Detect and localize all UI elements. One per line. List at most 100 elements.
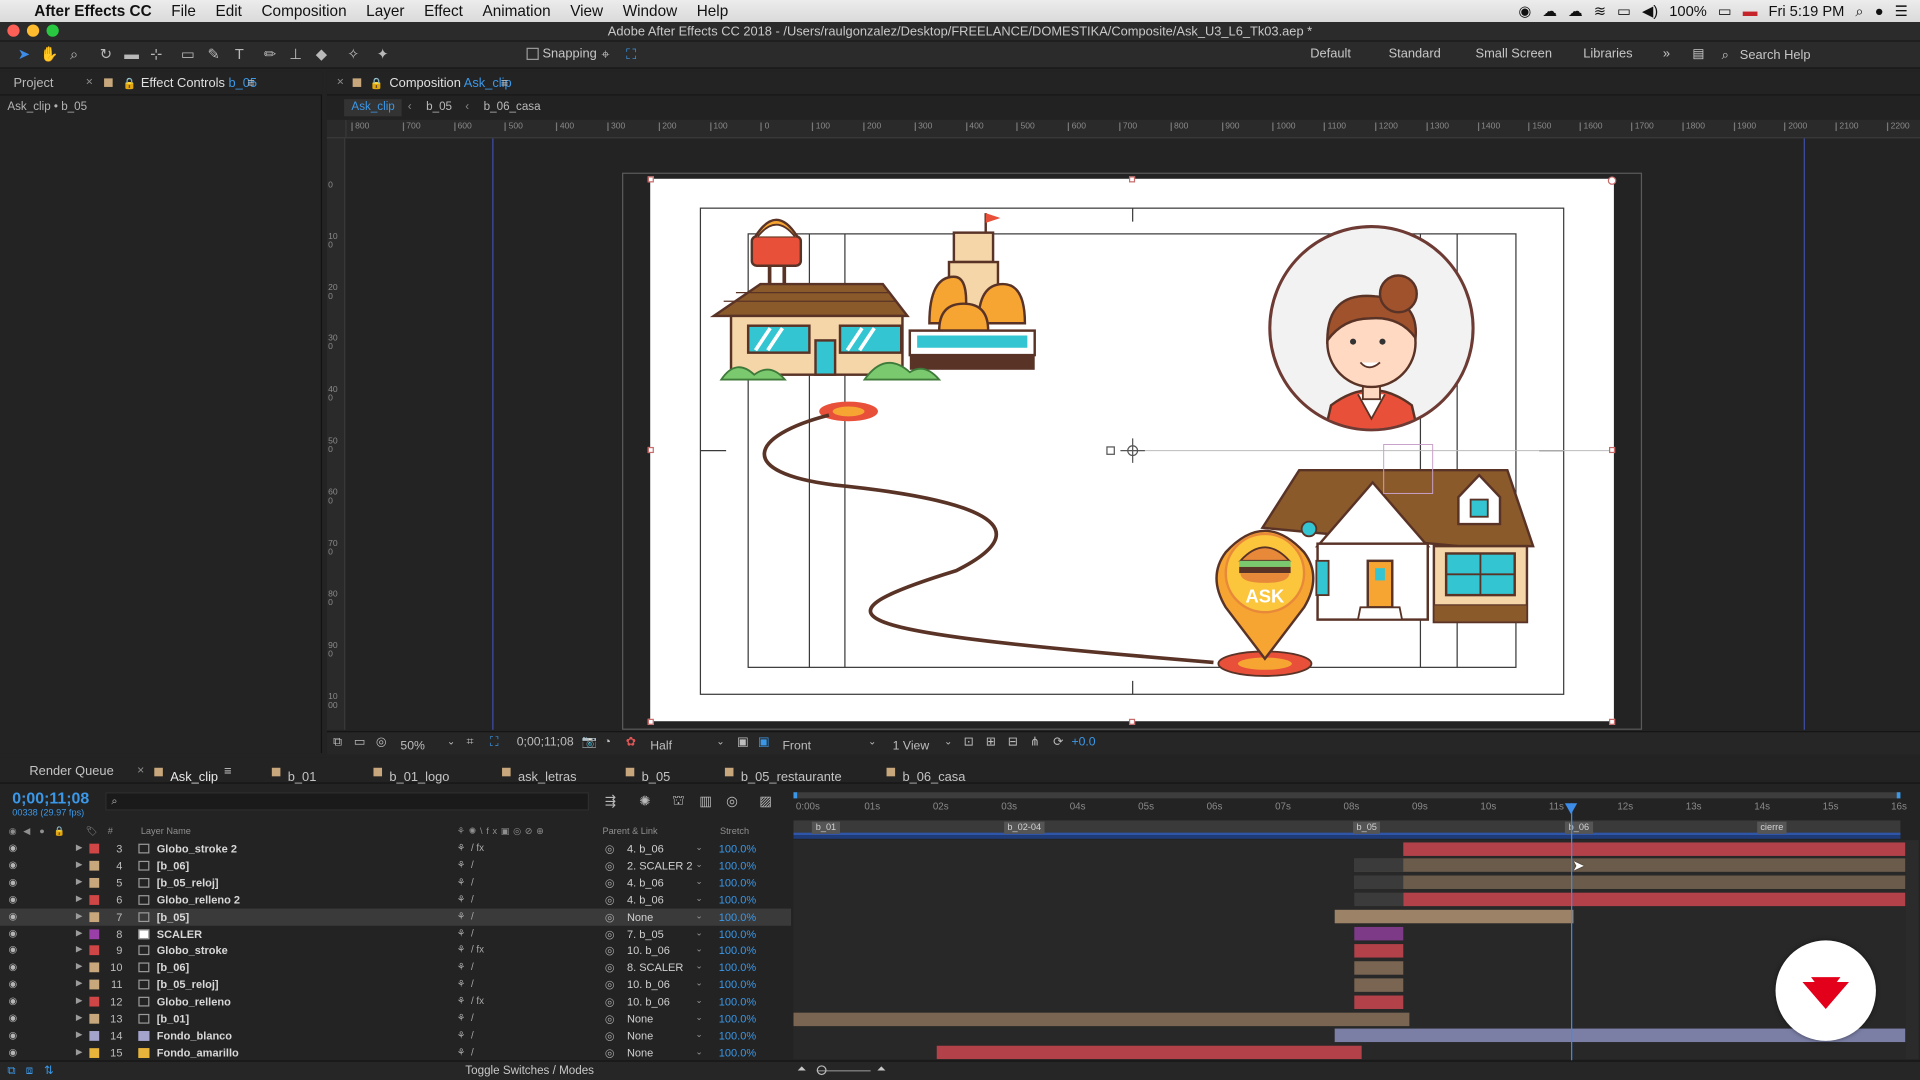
vertical-ruler[interactable]: 0 100 200 300 400 500 600 700 800 900 1000: [326, 138, 346, 730]
label-color-swatch[interactable]: [89, 1047, 100, 1058]
roto-brush-tool-icon[interactable]: ✧: [343, 44, 364, 65]
layer-name[interactable]: [b_01]: [157, 1010, 189, 1027]
snapshot-icon[interactable]: 📷: [582, 736, 597, 749]
parent-dropdown[interactable]: None: [627, 908, 705, 925]
layer-row[interactable]: ◉ ▶ 10 [b_06] ⚘ / ◎ 8. SCALER ⌄ 100.0%: [0, 959, 791, 976]
layer-switches[interactable]: ⚘ / fx: [457, 993, 484, 1010]
video-column-icon[interactable]: ◉: [9, 825, 17, 836]
zoom-tool-icon[interactable]: ⌕: [64, 44, 85, 65]
stretch-value[interactable]: 100.0%: [719, 959, 756, 976]
workspace-small-screen[interactable]: Small Screen: [1476, 47, 1552, 62]
tab-b01-logo[interactable]: b_01_logo: [373, 764, 449, 785]
label-color-swatch[interactable]: [89, 979, 100, 990]
layer-name-column-header[interactable]: Layer Name: [141, 825, 191, 836]
layer-duration-bar[interactable]: [1354, 977, 1403, 992]
volume-icon[interactable]: ◀): [1642, 2, 1658, 19]
layer-switches[interactable]: ⚘ /: [457, 1044, 474, 1061]
pick-whip-icon[interactable]: ◎: [605, 976, 615, 993]
parent-dropdown[interactable]: 4. b_06: [627, 891, 705, 908]
app-name-menu[interactable]: After Effects CC: [29, 2, 161, 19]
menu-help[interactable]: Help: [687, 2, 738, 19]
time-ruler[interactable]: 0:00s 01s 02s 03s 04s 05s 06s 07s 08s 09s 10s 11s 12…: [793, 798, 1907, 818]
layer-duration-bar[interactable]: [793, 1012, 1410, 1026]
transform-handle[interactable]: [647, 176, 654, 183]
transform-handle[interactable]: [1128, 176, 1136, 183]
snap-edges-icon[interactable]: ⌖: [595, 44, 616, 65]
frame-blending-icon[interactable]: ▥: [699, 793, 712, 810]
expand-triangle-icon[interactable]: ▶: [76, 908, 83, 925]
parent-dropdown[interactable]: 2. SCALER 2: [627, 857, 705, 874]
layer-row[interactable]: ◉ ▶ 7 [b_05] ⚘ / ◎ None ⌄ 100.0%: [0, 908, 792, 926]
record-icon[interactable]: ◉: [1518, 2, 1531, 19]
layer-search-input[interactable]: ⌕: [105, 792, 589, 811]
parent-dropdown[interactable]: None: [627, 1027, 705, 1044]
expand-triangle-icon[interactable]: ▶: [76, 959, 83, 976]
layer-duration-bar[interactable]: [1334, 909, 1574, 924]
menu-animation[interactable]: Animation: [473, 2, 561, 19]
layer-row[interactable]: ◉ ▶ 9 Globo_stroke ⚘ / fx ◎ 10. b_06 ⌄ 1…: [0, 942, 791, 959]
comp-marker[interactable]: b_01: [812, 821, 840, 834]
expand-triangle-icon[interactable]: ▶: [76, 976, 83, 993]
pick-whip-icon[interactable]: ◎: [605, 857, 615, 874]
pick-whip-icon[interactable]: ◎: [605, 993, 615, 1010]
pick-whip-icon[interactable]: ◎: [605, 1027, 615, 1044]
work-area-bar[interactable]: [793, 792, 1901, 799]
expand-switches-icon[interactable]: ⧈: [26, 1064, 33, 1077]
close-comp-tab-icon[interactable]: ×: [337, 71, 344, 95]
transform-handle[interactable]: [1608, 718, 1616, 725]
comp-marker[interactable]: b_06: [1565, 821, 1593, 834]
visibility-eye-icon[interactable]: ◉: [9, 894, 19, 905]
tab-ask-clip[interactable]: Ask_clip: [154, 764, 218, 785]
workspace-menu-icon[interactable]: ▤: [1692, 47, 1704, 62]
layer-switches[interactable]: ⚘ /: [457, 857, 474, 874]
comp-lock-icon[interactable]: 🔒: [370, 71, 384, 95]
breadcrumb-b06-casa[interactable]: b_06_casa: [484, 97, 541, 119]
transform-handle[interactable]: [1608, 446, 1616, 454]
layer-row[interactable]: ◉ ▶ 12 Globo_relleno ⚘ / fx ◎ 10. b_06 ⌄…: [0, 993, 791, 1010]
breadcrumb-ask-clip[interactable]: Ask_clip: [344, 99, 403, 117]
label-color-swatch[interactable]: [89, 877, 100, 888]
expand-triangle-icon[interactable]: ▶: [76, 1027, 83, 1044]
menu-layer[interactable]: Layer: [356, 2, 414, 19]
label-color-swatch[interactable]: [89, 1030, 100, 1041]
expand-triangle-icon[interactable]: ▶: [76, 891, 83, 908]
layer-name[interactable]: [b_06]: [157, 959, 189, 976]
timeline-icon[interactable]: ⊞: [986, 736, 996, 749]
parent-dropdown[interactable]: 8. SCALER: [627, 959, 705, 976]
visibility-eye-icon[interactable]: ◉: [9, 1030, 19, 1041]
comp-panel-menu-icon[interactable]: ≡: [501, 71, 509, 95]
stretch-value[interactable]: 100.0%: [719, 1010, 756, 1027]
pick-whip-icon[interactable]: ◎: [605, 925, 615, 942]
visibility-eye-icon[interactable]: ◉: [9, 877, 19, 888]
parent-dropdown[interactable]: None: [627, 1044, 705, 1061]
comp-flowchart-icon[interactable]: ⊟: [1008, 736, 1018, 749]
stretch-value[interactable]: 100.0%: [719, 1044, 756, 1061]
layer-name[interactable]: [b_06]: [157, 857, 189, 874]
menu-composition[interactable]: Composition: [252, 2, 357, 19]
expand-triangle-icon[interactable]: ▶: [76, 857, 83, 874]
pick-whip-icon[interactable]: ◎: [605, 959, 615, 976]
battery-icon[interactable]: ▭: [1718, 2, 1732, 19]
workspace-default[interactable]: Default: [1310, 47, 1351, 62]
toggle-pixel-aspect-icon[interactable]: ⊡: [964, 736, 974, 749]
pick-whip-icon[interactable]: ◎: [605, 1010, 615, 1027]
puppet-tool-icon[interactable]: ✦: [372, 44, 393, 65]
graph-editor-icon[interactable]: ▨: [759, 793, 772, 810]
camera-tool-icon[interactable]: ▬: [121, 44, 142, 65]
brush-tool-icon[interactable]: ✏: [260, 44, 281, 65]
playhead-handle[interactable]: [1564, 803, 1578, 815]
expand-triangle-icon[interactable]: ▶: [76, 942, 83, 959]
layer-switches[interactable]: ⚘ /: [457, 1010, 474, 1027]
pan-behind-tool-icon[interactable]: ⊹: [146, 44, 167, 65]
type-tool-icon[interactable]: T: [229, 44, 250, 65]
zoom-window-button[interactable]: [46, 24, 59, 37]
timeline-scrollbar[interactable]: [1905, 840, 1919, 1060]
pen-tool-icon[interactable]: ✎: [203, 44, 224, 65]
expand-triangle-icon[interactable]: ▶: [76, 1044, 83, 1061]
layer-duration-bar[interactable]: [937, 1046, 1362, 1060]
stretch-value[interactable]: 100.0%: [719, 942, 756, 959]
clock[interactable]: Fri 5:19 PM: [1768, 2, 1844, 19]
transform-handle[interactable]: [1607, 176, 1617, 185]
wifi-icon[interactable]: ≋: [1594, 2, 1606, 19]
close-window-button[interactable]: [7, 24, 20, 37]
